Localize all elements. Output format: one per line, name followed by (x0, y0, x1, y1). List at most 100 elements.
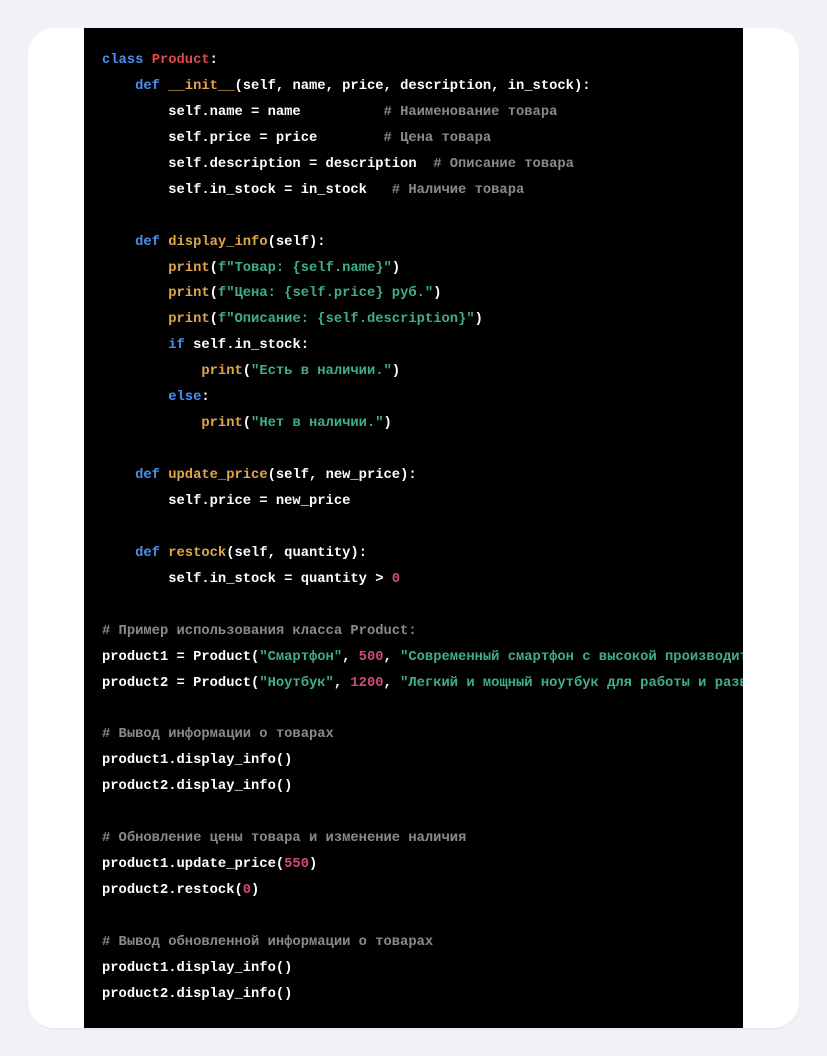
token-id (102, 468, 135, 483)
code-line: print(f"Цена: {self.price} руб.") (102, 281, 725, 307)
token-id (102, 338, 168, 353)
token-cmt: # Пример использования класса Product: (102, 624, 417, 639)
token-id: self.in_stock: (185, 338, 309, 353)
token-id: self.description = description (102, 157, 433, 172)
token-id (102, 390, 168, 405)
token-id: self.in_stock = quantity > (102, 572, 392, 587)
code-line: def restock(self, quantity): (102, 541, 725, 567)
token-pri: print (168, 312, 209, 327)
code-line: product1.display_info() (102, 748, 725, 774)
token-id: self.in_stock = in_stock (102, 183, 392, 198)
code-line: self.price = price # Цена товара (102, 126, 725, 152)
token-id: (self): (268, 235, 326, 250)
token-id: ( (210, 312, 218, 327)
token-kw: def (135, 235, 168, 250)
code-line: product2 = Product("Ноутбук", 1200, "Лег… (102, 671, 725, 697)
token-fn: restock (168, 546, 226, 561)
code-line: print("Есть в наличии.") (102, 359, 725, 385)
token-cmt: # Вывод информации о товарах (102, 727, 334, 742)
token-str: "Смартфон" (259, 650, 342, 665)
token-fn: display_info (168, 235, 267, 250)
token-kw: else (168, 390, 201, 405)
code-line: self.in_stock = in_stock # Наличие товар… (102, 178, 725, 204)
code-line: else: (102, 385, 725, 411)
token-id: (self, quantity): (226, 546, 367, 561)
code-line: print("Нет в наличии.") (102, 411, 725, 437)
token-str: "Нет в наличии." (251, 416, 383, 431)
token-cmt: # Обновление цены товара и изменение нал… (102, 831, 466, 846)
token-num: 550 (284, 857, 309, 872)
token-id: product1.display_info() (102, 961, 292, 976)
token-id: (self, new_price): (268, 468, 417, 483)
token-id: , (384, 676, 401, 691)
code-line (102, 904, 725, 930)
token-cmt: # Наименование товара (384, 105, 558, 120)
token-id (102, 546, 135, 561)
token-str: "Современный смартфон с высокой производ… (400, 650, 743, 665)
code-line: print(f"Описание: {self.description}") (102, 307, 725, 333)
token-id: product2.display_info() (102, 779, 292, 794)
code-line: self.price = new_price (102, 489, 725, 515)
token-kw: def (135, 546, 168, 561)
token-num: 500 (359, 650, 384, 665)
code-line: self.in_stock = quantity > 0 (102, 567, 725, 593)
token-id (102, 364, 201, 379)
token-id (102, 312, 168, 327)
token-pri: print (168, 286, 209, 301)
token-kw: class (102, 53, 152, 68)
token-id: product2.display_info() (102, 987, 292, 1002)
token-cls: Product (152, 53, 210, 68)
code-line: def update_price(self, new_price): (102, 463, 725, 489)
code-line: # Пример использования класса Product: (102, 619, 725, 645)
code-line: # Обновление цены товара и изменение нал… (102, 826, 725, 852)
token-id: ) (309, 857, 317, 872)
code-line: def display_info(self): (102, 230, 725, 256)
code-line: product2.restock(0) (102, 878, 725, 904)
token-id: product2.restock( (102, 883, 243, 898)
token-id: (self, name, price, description, in_stoc… (235, 79, 591, 94)
token-id: product2 = Product( (102, 676, 259, 691)
token-num: 0 (243, 883, 251, 898)
token-pri: print (201, 416, 242, 431)
token-id: self.price = new_price (102, 494, 350, 509)
token-id: ) (392, 364, 400, 379)
token-id (102, 235, 135, 250)
token-num: 0 (392, 572, 400, 587)
token-id: : (210, 53, 218, 68)
code-line (102, 437, 725, 463)
code-line: product2.display_info() (102, 774, 725, 800)
token-kw: def (135, 468, 168, 483)
token-id (102, 416, 201, 431)
code-line (102, 800, 725, 826)
token-pri: print (168, 261, 209, 276)
token-id (102, 286, 168, 301)
code-line: product1.display_info() (102, 956, 725, 982)
token-str: "Легкий и мощный ноутбук для работы и ра… (400, 676, 743, 691)
code-line: product1.update_price(550) (102, 852, 725, 878)
token-id: product1.display_info() (102, 753, 292, 768)
token-id: self.price = price (102, 131, 384, 146)
token-id: product1.update_price( (102, 857, 284, 872)
token-num: 1200 (350, 676, 383, 691)
token-cmt: # Описание товара (433, 157, 574, 172)
token-cmt: # Наличие товара (392, 183, 524, 198)
token-pri: print (201, 364, 242, 379)
code-line: product1 = Product("Смартфон", 500, "Сов… (102, 645, 725, 671)
code-line: print(f"Товар: {self.name}") (102, 256, 725, 282)
code-card: class Product: def __init__(self, name, … (28, 28, 799, 1028)
token-id: ) (392, 261, 400, 276)
token-id: ) (384, 416, 392, 431)
token-id: ( (243, 416, 251, 431)
token-id: , (334, 676, 351, 691)
token-id: self.name = name (102, 105, 384, 120)
code-line: product2.display_info() (102, 982, 725, 1008)
token-cmt: # Вывод обновленной информации о товарах (102, 935, 433, 950)
code-line: class Product: (102, 48, 725, 74)
token-id: ) (433, 286, 441, 301)
code-line (102, 204, 725, 230)
token-fn: __init__ (168, 79, 234, 94)
token-cmt: # Цена товара (384, 131, 492, 146)
token-id: ( (210, 261, 218, 276)
token-id: , (342, 650, 359, 665)
code-line (102, 515, 725, 541)
